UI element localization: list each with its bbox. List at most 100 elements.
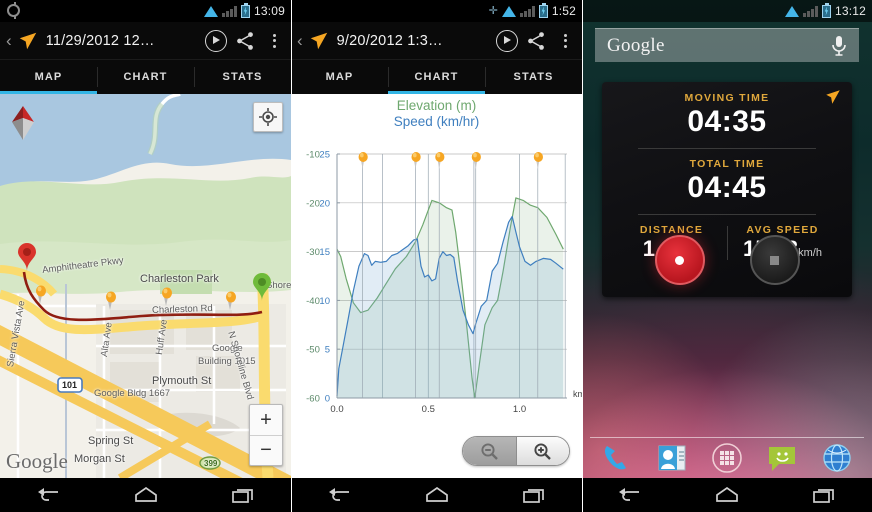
phone-icon[interactable]: [600, 441, 634, 475]
heading-marker-icon: [12, 106, 34, 140]
svg-text:10: 10: [319, 296, 330, 307]
chart-zoom-out-button[interactable]: [463, 437, 516, 465]
widget-divider: [638, 214, 816, 215]
system-nav-bar: [582, 478, 872, 512]
home-icon[interactable]: [128, 484, 164, 506]
tab-bar: MAP CHART STATS: [0, 60, 291, 94]
chart-view[interactable]: Elevation (m) Speed (km/hr) -10 -20 -30 -40…: [291, 94, 582, 478]
home-icon[interactable]: [709, 484, 745, 506]
wifi-icon: [501, 5, 516, 17]
overflow-icon[interactable]: [263, 30, 285, 52]
map-label: Charleston Park: [140, 273, 219, 285]
record-button[interactable]: [654, 235, 705, 285]
zoom-out-button[interactable]: −: [250, 435, 282, 465]
gps-icon: [7, 2, 20, 19]
status-bar: 13:09: [0, 0, 291, 22]
tab-bar: MAP CHART STATS: [291, 60, 582, 94]
chart-screen: ✛ 1:52 ‹ 9/20/2012 1:3… MAP CHART STATS …: [291, 0, 582, 512]
waypoint-pushpin[interactable]: [34, 284, 47, 304]
svg-text:0: 0: [325, 394, 330, 405]
map-label: Spring St: [88, 435, 134, 447]
action-bar: ‹ 9/20/2012 1:3…: [291, 22, 582, 60]
google-watermark: Google: [6, 449, 68, 473]
recents-icon[interactable]: [225, 484, 261, 506]
map-label: Morgan St: [74, 453, 125, 465]
my-location-button[interactable]: [253, 102, 283, 132]
tab-map[interactable]: MAP: [0, 60, 97, 94]
panel-divider: [582, 0, 583, 512]
svg-text:-30: -30: [306, 247, 320, 258]
recents-icon[interactable]: [516, 484, 552, 506]
system-nav-bar: [291, 478, 582, 512]
wifi-icon: [203, 5, 218, 17]
moving-time-label: MOVING TIME: [684, 92, 770, 104]
route-shield-label: 101: [62, 380, 78, 390]
back-chevron-icon[interactable]: ‹: [297, 32, 303, 49]
svg-text:km: km: [573, 389, 582, 399]
track-title: 11/29/2012 12…: [45, 32, 155, 49]
svg-text:-50: -50: [306, 345, 320, 356]
moving-time-value: 04:35: [687, 105, 767, 138]
svg-text:5: 5: [325, 345, 330, 356]
play-icon[interactable]: [496, 29, 518, 52]
svg-text:15: 15: [319, 247, 330, 258]
back-icon[interactable]: [31, 484, 67, 506]
tab-stats[interactable]: STATS: [194, 60, 291, 94]
svg-text:-20: -20: [306, 198, 320, 209]
battery-icon: [240, 2, 250, 18]
map-zoom-controls[interactable]: + −: [249, 404, 283, 466]
status-bar: 13:12: [582, 0, 872, 22]
stop-button[interactable]: [749, 235, 800, 285]
my-location-icon: [259, 108, 277, 126]
svg-text:-10: -10: [306, 150, 320, 161]
recents-icon[interactable]: [806, 484, 842, 506]
nav-arrow-icon: [826, 90, 840, 104]
map-screen: 13:09 ‹ 11/29/2012 12… MAP CHART STATS A…: [0, 0, 291, 512]
contacts-icon[interactable]: [655, 441, 689, 475]
share-icon[interactable]: [234, 30, 256, 52]
share-icon[interactable]: [525, 30, 547, 52]
chart-zoom-in-button[interactable]: [515, 437, 569, 465]
back-icon[interactable]: [322, 484, 358, 506]
status-clock: 13:09: [253, 4, 285, 18]
play-icon[interactable]: [205, 29, 227, 52]
home-screen: 13:12 Google MOVING TIME 04:35 TOTAL TIM…: [582, 0, 872, 512]
waypoint-pushpin[interactable]: [224, 290, 237, 310]
messaging-icon[interactable]: [765, 441, 799, 475]
overflow-icon[interactable]: [554, 30, 576, 52]
waypoint-pushpin[interactable]: [160, 286, 173, 306]
end-marker-pin[interactable]: [251, 272, 273, 302]
microphone-icon[interactable]: [831, 35, 847, 57]
back-icon[interactable]: [612, 484, 648, 506]
google-search-widget[interactable]: Google: [595, 28, 859, 62]
tab-map[interactable]: MAP: [291, 60, 388, 94]
svg-text:1.0: 1.0: [513, 404, 526, 415]
wifi-icon: [784, 5, 799, 17]
chart-legend: Elevation (m) Speed (km/hr): [291, 94, 582, 130]
home-icon[interactable]: [419, 484, 455, 506]
action-bar: ‹ 11/29/2012 12…: [0, 22, 291, 60]
app-drawer-icon[interactable]: [710, 441, 744, 475]
svg-text:25: 25: [319, 150, 330, 161]
legend-speed: Speed (km/hr): [393, 114, 480, 129]
chart-plot: -10 -20 -30 -40 -50 -60 25 20 15 10 5 00.0 0.5 1.0 km: [306, 150, 582, 416]
tab-chart[interactable]: CHART: [97, 60, 194, 94]
start-marker-pin[interactable]: [16, 242, 38, 272]
google-search-label: Google: [607, 34, 665, 56]
nav-arrow-icon: [19, 32, 36, 49]
battery-icon: [821, 2, 831, 18]
browser-icon[interactable]: [820, 441, 854, 475]
map-view[interactable]: Amphitheatre Pkwy Charleston Park Charle…: [0, 94, 291, 478]
zoom-in-button[interactable]: +: [250, 405, 282, 435]
back-chevron-icon[interactable]: ‹: [6, 32, 12, 49]
tab-stats[interactable]: STATS: [485, 60, 582, 94]
map-label: Building 1015: [198, 356, 256, 367]
waypoint-pushpin[interactable]: [104, 290, 117, 310]
dock: [582, 438, 872, 478]
tab-chart[interactable]: CHART: [388, 60, 485, 94]
chart-zoom-controls[interactable]: [462, 436, 570, 466]
battery-icon: [538, 2, 548, 18]
track-stats-widget[interactable]: MOVING TIME 04:35 TOTAL TIME 04:45 DISTA…: [602, 82, 852, 297]
status-clock: 1:52: [551, 4, 576, 18]
signal-icon: [221, 5, 237, 17]
